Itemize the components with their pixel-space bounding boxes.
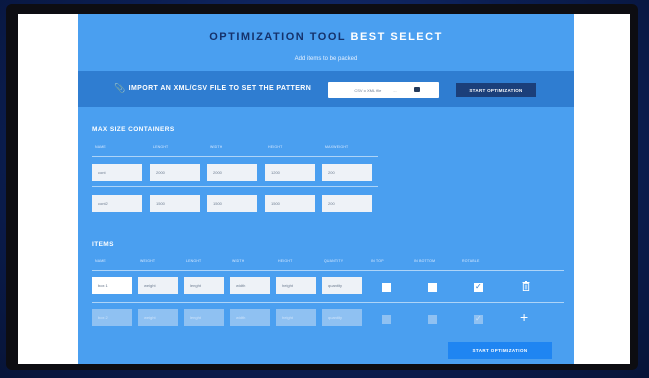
start-optimization-button-top[interactable]: START OPTIMIZATION (456, 83, 536, 97)
plus-icon[interactable]: + (520, 310, 528, 324)
containers-col-maxweight: MAXWEIGHT (325, 145, 349, 149)
containers-col-width: WIDTH (210, 145, 223, 149)
items-col-width: WIDTH (232, 259, 245, 263)
items-col-quantity: QUANTITY (324, 259, 344, 263)
paperclip-icon: 📎 (114, 83, 126, 93)
item-1-height[interactable]: height (276, 277, 316, 294)
item-2-quantity[interactable]: quantity (322, 309, 362, 326)
items-section-title: ITEMS (92, 241, 114, 248)
item-2-in-bottom-checkbox[interactable] (428, 315, 437, 324)
item-2-height[interactable]: height (276, 309, 316, 326)
container-2-height[interactable]: 1500 (265, 195, 315, 212)
items-col-height: HEIGHT (278, 259, 293, 263)
item-1-weight[interactable]: weight (138, 277, 178, 294)
file-input-placeholder: CSV o XML file (354, 87, 382, 93)
containers-col-height: HEIGHT (268, 145, 283, 149)
folder-icon[interactable] (414, 87, 420, 92)
items-col-in-top: IN TOP (371, 259, 384, 263)
screen: OPTIMIZATION TOOL BEST SELECT Add items … (18, 14, 630, 364)
items-row-divider (92, 302, 564, 303)
items-col-rotable: ROTABLE (462, 259, 480, 263)
item-2-name[interactable]: box 2 (92, 309, 132, 326)
monitor-bezel: OPTIMIZATION TOOL BEST SELECT Add items … (6, 4, 638, 370)
container-2-maxweight[interactable]: 200 (322, 195, 372, 212)
item-1-rotable-checkbox[interactable]: ✓ (474, 282, 483, 292)
containers-row-divider (92, 186, 378, 187)
item-1-length[interactable]: lenght (184, 277, 224, 294)
item-1-in-top-checkbox[interactable] (382, 283, 391, 292)
items-col-name: NAME (95, 259, 106, 263)
item-2-weight[interactable]: weight (138, 309, 178, 326)
items-col-weight: WEIGHT (140, 259, 156, 263)
item-2-width[interactable]: width (230, 309, 270, 326)
item-1-width[interactable]: width (230, 277, 270, 294)
checkmark-icon: ✓ (475, 314, 482, 323)
container-1-name[interactable]: cont (92, 164, 142, 181)
container-1-length[interactable]: 2000 (150, 164, 200, 181)
containers-col-length: LENGHT (153, 145, 169, 149)
header: OPTIMIZATION TOOL BEST SELECT Add items … (78, 14, 574, 64)
container-2-name[interactable]: cont2 (92, 195, 142, 212)
item-1-quantity[interactable]: quantity (322, 277, 362, 294)
items-col-length: LENGHT (186, 259, 202, 263)
item-1-in-bottom-checkbox[interactable] (428, 283, 437, 292)
start-optimization-button-bottom[interactable]: START OPTIMIZATION (448, 342, 552, 359)
items-divider (92, 270, 564, 271)
container-2-width[interactable]: 1500 (207, 195, 257, 212)
page-title: OPTIMIZATION TOOL BEST SELECT (78, 31, 574, 43)
container-1-width[interactable]: 2000 (207, 164, 257, 181)
file-input-ellipsis: ... (393, 87, 397, 93)
trash-icon[interactable] (522, 281, 530, 291)
containers-section-title: MAX SIZE CONTAINERS (92, 126, 175, 133)
page-title-part1: OPTIMIZATION TOOL (209, 31, 346, 43)
container-2-length[interactable]: 1500 (150, 195, 200, 212)
page-title-part2: BEST SELECT (350, 31, 443, 43)
container-1-height[interactable]: 1200 (265, 164, 315, 181)
item-2-rotable-checkbox[interactable]: ✓ (474, 314, 483, 324)
containers-col-name: NAME (95, 145, 106, 149)
item-2-in-top-checkbox[interactable] (382, 315, 391, 324)
import-bar: 📎 IMPORT AN XML/CSV FILE TO SET THE PATT… (78, 71, 574, 107)
item-2-length[interactable]: lenght (184, 309, 224, 326)
checkmark-icon: ✓ (475, 282, 482, 291)
import-label: 📎 IMPORT AN XML/CSV FILE TO SET THE PATT… (114, 83, 312, 93)
container-1-maxweight[interactable]: 200 (322, 164, 372, 181)
page-subtitle: Add items to be packed (294, 56, 358, 62)
import-label-text: IMPORT AN XML/CSV FILE TO SET THE PATTER… (128, 85, 312, 92)
containers-divider (92, 156, 378, 157)
monitor-background: OPTIMIZATION TOOL BEST SELECT Add items … (0, 0, 649, 378)
items-col-in-bottom: IN BOTTOM (414, 259, 436, 263)
item-1-name[interactable]: box 1 (92, 277, 132, 294)
optimization-tool-panel: OPTIMIZATION TOOL BEST SELECT Add items … (78, 14, 574, 364)
file-picker-input[interactable]: CSV o XML file ... (328, 82, 439, 98)
